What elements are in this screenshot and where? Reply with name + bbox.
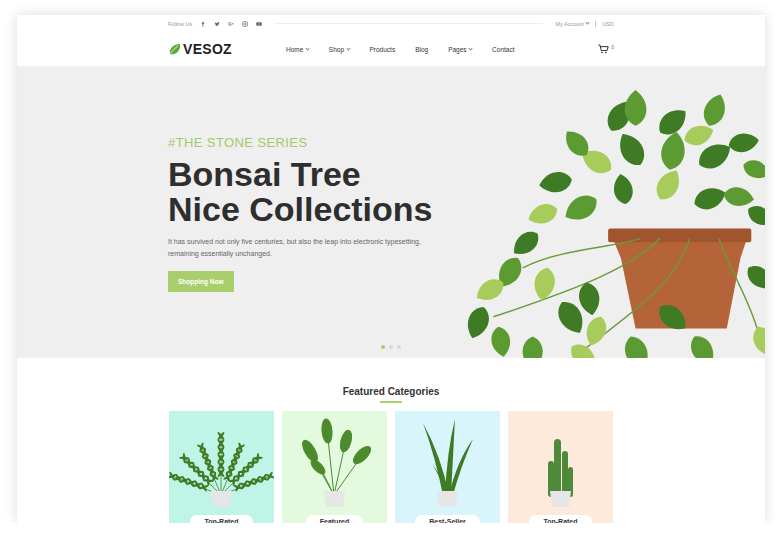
- pothos-plant-icon: [464, 66, 765, 358]
- nav-link[interactable]: Pages: [448, 46, 472, 53]
- logo-text: VESOZ: [183, 41, 232, 57]
- hero-content: #THE STONE SERIES Bonsai TreeNice Collect…: [168, 66, 464, 358]
- description-line: remaining essentially unchanged.: [168, 248, 464, 260]
- title-line: Nice Collections: [168, 192, 464, 227]
- social-links: [200, 21, 262, 27]
- nav-link[interactable]: Home: [286, 46, 309, 53]
- account-menu[interactable]: My Account: [555, 21, 595, 27]
- plant-icon: [508, 411, 613, 511]
- description-line: It has survived not only five centuries,…: [168, 236, 464, 248]
- hero-title: Bonsai TreeNice Collections: [168, 157, 464, 227]
- shop-now-button[interactable]: Shopping Now: [168, 271, 234, 292]
- category-list: Top-Rated Featured Best-Seller Top-Rated: [169, 411, 613, 524]
- plant-icon: [282, 411, 387, 511]
- leaf-icon: [168, 43, 181, 56]
- instagram-icon[interactable]: [242, 21, 248, 27]
- top-bar: Follow Us My AccountUSD: [17, 15, 765, 32]
- category-label: Top-Rated: [529, 515, 591, 524]
- category-card[interactable]: Top-Rated: [169, 411, 274, 524]
- youtube-icon[interactable]: [256, 21, 262, 27]
- top-divider: [274, 23, 543, 24]
- featured-categories: Featured Categories Top-Rated Featured Best…: [17, 358, 765, 523]
- cart-icon: [598, 44, 609, 54]
- logo[interactable]: VESOZ: [168, 41, 232, 57]
- slider-dot[interactable]: [397, 345, 401, 349]
- hero-description: It has survived not only five centuries,…: [168, 236, 464, 260]
- hero-slider: #THE STONE SERIES Bonsai TreeNice Collect…: [17, 66, 765, 358]
- nav-link[interactable]: Blog: [415, 46, 428, 53]
- currency-selector[interactable]: USD: [595, 21, 614, 27]
- slider-dot[interactable]: [389, 345, 393, 349]
- slider-dots: [17, 345, 765, 349]
- plant-icon: [169, 411, 274, 511]
- nav-link[interactable]: Products: [370, 46, 396, 53]
- title-underline: [380, 401, 402, 403]
- category-card[interactable]: Featured: [282, 411, 387, 524]
- hero-tag: #THE STONE SERIES: [168, 135, 464, 150]
- twitter-icon[interactable]: [214, 21, 220, 27]
- cart-count: 0: [611, 44, 614, 50]
- chevron-down-icon: [468, 46, 472, 50]
- section-title: Featured Categories: [343, 386, 440, 397]
- chevron-down-icon: [305, 46, 309, 50]
- nav-link[interactable]: Shop: [329, 46, 350, 53]
- slider-dot[interactable]: [381, 345, 385, 349]
- plant-image: [464, 66, 765, 358]
- category-label: Best-Seller: [415, 515, 480, 524]
- follow-label: Follow Us: [168, 21, 192, 27]
- cart-button[interactable]: 0: [598, 44, 614, 54]
- google-plus-icon[interactable]: [228, 21, 234, 27]
- main-nav: Home Shop Products Blog Pages Contact: [286, 46, 515, 53]
- category-label: Top-Rated: [190, 515, 252, 524]
- header: VESOZ Home Shop Products Blog Pages Contact 0: [17, 32, 765, 66]
- chevron-down-icon: [346, 46, 350, 50]
- title-line: Bonsai Tree: [168, 157, 464, 192]
- category-label: Featured: [306, 515, 364, 524]
- nav-link[interactable]: Contact: [492, 46, 514, 53]
- chevron-down-icon: [586, 21, 590, 25]
- page-frame: Follow Us My AccountUSD VESOZ Home Shop Produ…: [17, 15, 765, 523]
- plant-icon: [395, 411, 500, 511]
- category-card[interactable]: Top-Rated: [508, 411, 613, 524]
- category-card[interactable]: Best-Seller: [395, 411, 500, 524]
- facebook-icon[interactable]: [200, 21, 206, 27]
